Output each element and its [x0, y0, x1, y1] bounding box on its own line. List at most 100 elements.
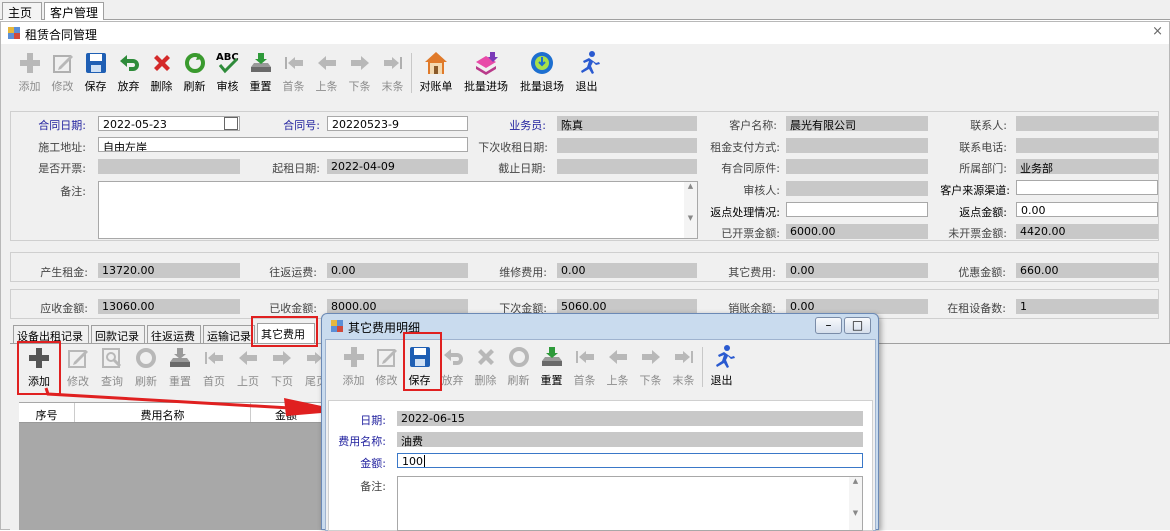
contract-no-field[interactable]: 20220523-9 — [327, 116, 468, 131]
add-label: 添加 — [342, 374, 365, 387]
batch-import-button[interactable]: 批量进场 — [458, 50, 514, 98]
phone-field[interactable] — [1016, 138, 1158, 153]
reset-button[interactable]: 重置 — [244, 50, 277, 98]
invoiced-field[interactable]: 6000.00 — [786, 224, 928, 239]
prev-button[interactable]: 上条 — [601, 344, 634, 392]
pay-method-field[interactable] — [786, 138, 928, 153]
edit-button[interactable]: 修改 — [46, 50, 79, 98]
salesman-field[interactable]: 陈真 — [557, 116, 697, 131]
summary1-field-1[interactable]: 0.00 — [327, 263, 468, 278]
end-date-field[interactable] — [557, 159, 697, 174]
tab-customer-management[interactable]: 客户管理 — [44, 2, 104, 20]
first-button[interactable]: 首条 — [568, 344, 601, 392]
remark-scrollbar[interactable]: ▲ ▼ — [684, 182, 697, 238]
refresh-button[interactable]: 刷新 — [502, 344, 535, 392]
site-field[interactable]: 自由左岸 — [98, 137, 468, 152]
dialog-date-label: 日期: — [360, 414, 386, 427]
search-icon — [99, 345, 125, 371]
summary2-label-4: 在租设备数: — [947, 302, 1006, 315]
last-button[interactable]: 末条 — [667, 344, 700, 392]
undo-button[interactable]: 放弃 — [112, 50, 145, 98]
next-button[interactable]: 下条 — [634, 344, 667, 392]
summary2-label-0: 应收金额: — [40, 302, 88, 315]
auditor-field[interactable] — [786, 181, 928, 196]
next-date-field[interactable] — [557, 138, 697, 153]
next-date-label: 下次收租日期: — [478, 141, 548, 154]
summary2-field-1[interactable]: 8000.00 — [327, 299, 468, 314]
contract-date-label: 合同日期: — [38, 119, 86, 132]
prev-button[interactable]: 上条 — [310, 50, 343, 98]
contact-field[interactable] — [1016, 116, 1158, 131]
delete-icon — [473, 344, 499, 370]
dialog-amount-input[interactable]: 100 — [397, 453, 863, 468]
edit-button[interactable]: 修改 — [370, 344, 403, 392]
subtab-freight[interactable]: 往返运费 — [147, 325, 201, 343]
prev-icon — [314, 50, 340, 76]
subtab-transport[interactable]: 运输记录 — [203, 325, 255, 343]
reset-icon — [167, 345, 193, 371]
next-icon — [347, 50, 373, 76]
dialog-maximize-button[interactable]: □ — [844, 317, 871, 334]
dialog-fee-name-label: 费用名称: — [338, 435, 386, 448]
dialog-date-field[interactable]: 2022-06-15 — [397, 411, 863, 426]
not-invoiced-field[interactable]: 4420.00 — [1016, 224, 1158, 239]
statement-button[interactable]: 对账单 — [414, 50, 458, 98]
customer-value: 晨光有限公司 — [790, 119, 856, 131]
dept-field[interactable]: 业务部 — [1016, 159, 1158, 174]
tab-home[interactable]: 主页 — [2, 2, 42, 20]
summary1-value-0: 13720.00 — [102, 264, 155, 277]
customer-field[interactable]: 晨光有限公司 — [786, 116, 928, 131]
contract-date-field[interactable]: 2022-05-23 — [98, 116, 240, 131]
refresh-button[interactable]: 刷新 — [178, 50, 211, 98]
undo-label: 放弃 — [117, 80, 140, 93]
dialog-minimize-button[interactable]: – — [815, 317, 842, 334]
delete-button[interactable]: 删除 — [469, 344, 502, 392]
auditor-label: 审核人: — [743, 184, 780, 197]
original-field[interactable] — [786, 159, 928, 174]
first-icon — [572, 344, 598, 370]
add-button[interactable]: 添加 — [337, 344, 370, 392]
first-button[interactable]: 首条 — [277, 50, 310, 98]
exit-label: 退出 — [575, 80, 598, 93]
summary2-field-0[interactable]: 13060.00 — [98, 299, 240, 314]
remark-textarea[interactable] — [98, 181, 698, 239]
audit-button[interactable]: ABC 审核 — [211, 50, 244, 98]
add-button[interactable]: 添加 — [13, 50, 46, 98]
exit-button[interactable]: 退出 — [705, 344, 738, 392]
rebate-amount-field[interactable]: 0.00 — [1016, 202, 1158, 217]
dialog-remark-scrollbar[interactable]: ▲ ▼ — [849, 477, 862, 530]
spellcheck-icon: ABC — [215, 50, 241, 76]
exit-button[interactable]: 退出 — [570, 50, 603, 98]
start-date-field[interactable]: 2022-04-09 — [327, 159, 468, 174]
reset-button[interactable]: 重置 — [535, 344, 568, 392]
calendar-icon[interactable] — [224, 117, 238, 130]
save-button[interactable]: 保存 — [79, 50, 112, 98]
subtab-payment[interactable]: 回款记录 — [91, 325, 145, 343]
rebate-status-field[interactable] — [786, 202, 928, 217]
contract-no-label: 合同号: — [283, 119, 320, 132]
last-button[interactable]: 末条 — [376, 50, 409, 98]
invoice-field[interactable] — [98, 159, 240, 174]
last-label: 末条 — [381, 80, 404, 93]
dialog-app-icon — [331, 320, 343, 332]
batch-export-button[interactable]: 批量退场 — [514, 50, 570, 98]
summary2-field-3[interactable]: 0.00 — [786, 299, 928, 314]
summary1-field-4[interactable]: 660.00 — [1016, 263, 1158, 278]
next-button[interactable]: 下条 — [343, 50, 376, 98]
contract-date-value: 2022-05-23 — [103, 118, 167, 131]
summary2-field-2[interactable]: 5060.00 — [557, 299, 697, 314]
summary1-field-2[interactable]: 0.00 — [557, 263, 697, 278]
window-close-button[interactable]: × — [1152, 24, 1163, 39]
delete-button[interactable]: 删除 — [145, 50, 178, 98]
prev-label: 上条 — [315, 80, 338, 93]
phone-label: 联系电话: — [959, 141, 1007, 154]
summary1-field-3[interactable]: 0.00 — [786, 263, 928, 278]
refresh-icon — [506, 344, 532, 370]
summary1-field-0[interactable]: 13720.00 — [98, 263, 240, 278]
dialog-fee-name-field[interactable]: 油费 — [397, 432, 863, 447]
dialog-amount-label: 金额: — [360, 457, 386, 470]
save-label: 保存 — [84, 80, 107, 93]
dialog-remark-textarea[interactable] — [397, 476, 863, 531]
source-field[interactable] — [1016, 180, 1158, 195]
summary2-field-4[interactable]: 1 — [1016, 299, 1158, 314]
